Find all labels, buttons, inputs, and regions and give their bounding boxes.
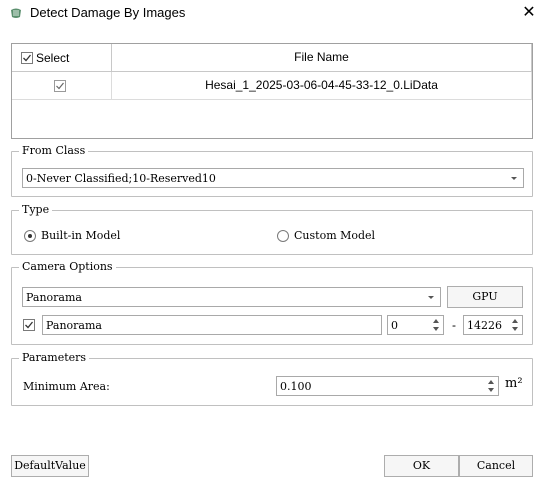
from-class-combo[interactable]: 0-Never Classified;10-Reserved10 [22,168,524,188]
gpu-button[interactable]: GPU [447,286,523,308]
min-area-spinbox[interactable]: 0.100 [276,376,499,396]
cancel-button[interactable]: Cancel [459,455,533,477]
type-legend: Type [19,203,53,216]
chevron-down-icon [428,296,434,299]
builtin-model-radio[interactable] [24,230,36,242]
min-area-label: Minimum Area: [23,380,110,393]
area-unit: m² [505,376,523,391]
file-table: Select File Name Hesai_1_2025-03-06-04-4… [11,43,533,139]
chevron-down-icon [511,177,517,180]
range-dash: - [452,318,456,332]
window-title: Detect Damage By Images [30,5,186,20]
select-all-checkbox[interactable] [21,52,33,64]
camera-type-combo[interactable]: Panorama [22,287,441,307]
title-bar: Detect Damage By Images ✕ [0,0,542,28]
camera-options-group: Camera Options Panorama GPU Panorama 0 -… [11,260,533,345]
parameters-group: Parameters Minimum Area: 0.100 m² [11,351,533,406]
panorama-checkbox[interactable] [23,319,35,331]
camera-options-legend: Camera Options [19,260,116,273]
default-value-button[interactable]: DefaultValue [11,455,89,477]
table-row-filename-cell[interactable]: Hesai_1_2025-03-06-04-45-33-12_0.LiData [112,72,532,100]
custom-model-label: Custom Model [294,229,376,242]
table-row-select-cell[interactable] [12,72,112,100]
custom-model-radio[interactable] [277,230,289,242]
panorama-field[interactable]: Panorama [42,315,382,335]
spin-arrows-icon[interactable] [485,378,497,394]
file-name: Hesai_1_2025-03-06-04-45-33-12_0.LiData [205,78,438,92]
range-end-value: 14226 [467,319,502,332]
close-icon[interactable]: ✕ [519,3,539,23]
select-header-label: Select [36,51,70,65]
from-class-group: From Class 0-Never Classified;10-Reserve… [11,144,533,197]
range-start-value: 0 [391,319,398,332]
camera-type-value: Panorama [26,291,82,304]
app-logo-icon [9,6,23,20]
from-class-legend: From Class [19,144,89,157]
from-class-value: 0-Never Classified;10-Reserved10 [26,172,216,185]
ok-button[interactable]: OK [384,455,459,477]
range-end-spinbox[interactable]: 14226 [463,315,523,335]
row-checkbox[interactable] [54,80,66,92]
builtin-model-label: Built-in Model [41,229,121,242]
filename-column-header[interactable]: File Name [112,44,532,72]
type-group: Type Built-in Model Custom Model [11,203,533,255]
parameters-legend: Parameters [19,351,90,364]
panorama-text: Panorama [46,319,102,332]
select-column-header[interactable]: Select [12,44,112,72]
range-start-spinbox[interactable]: 0 [387,315,444,335]
filename-header-label: File Name [294,50,349,64]
spin-arrows-icon[interactable] [430,317,442,333]
min-area-value: 0.100 [280,380,312,393]
spin-arrows-icon[interactable] [509,317,521,333]
